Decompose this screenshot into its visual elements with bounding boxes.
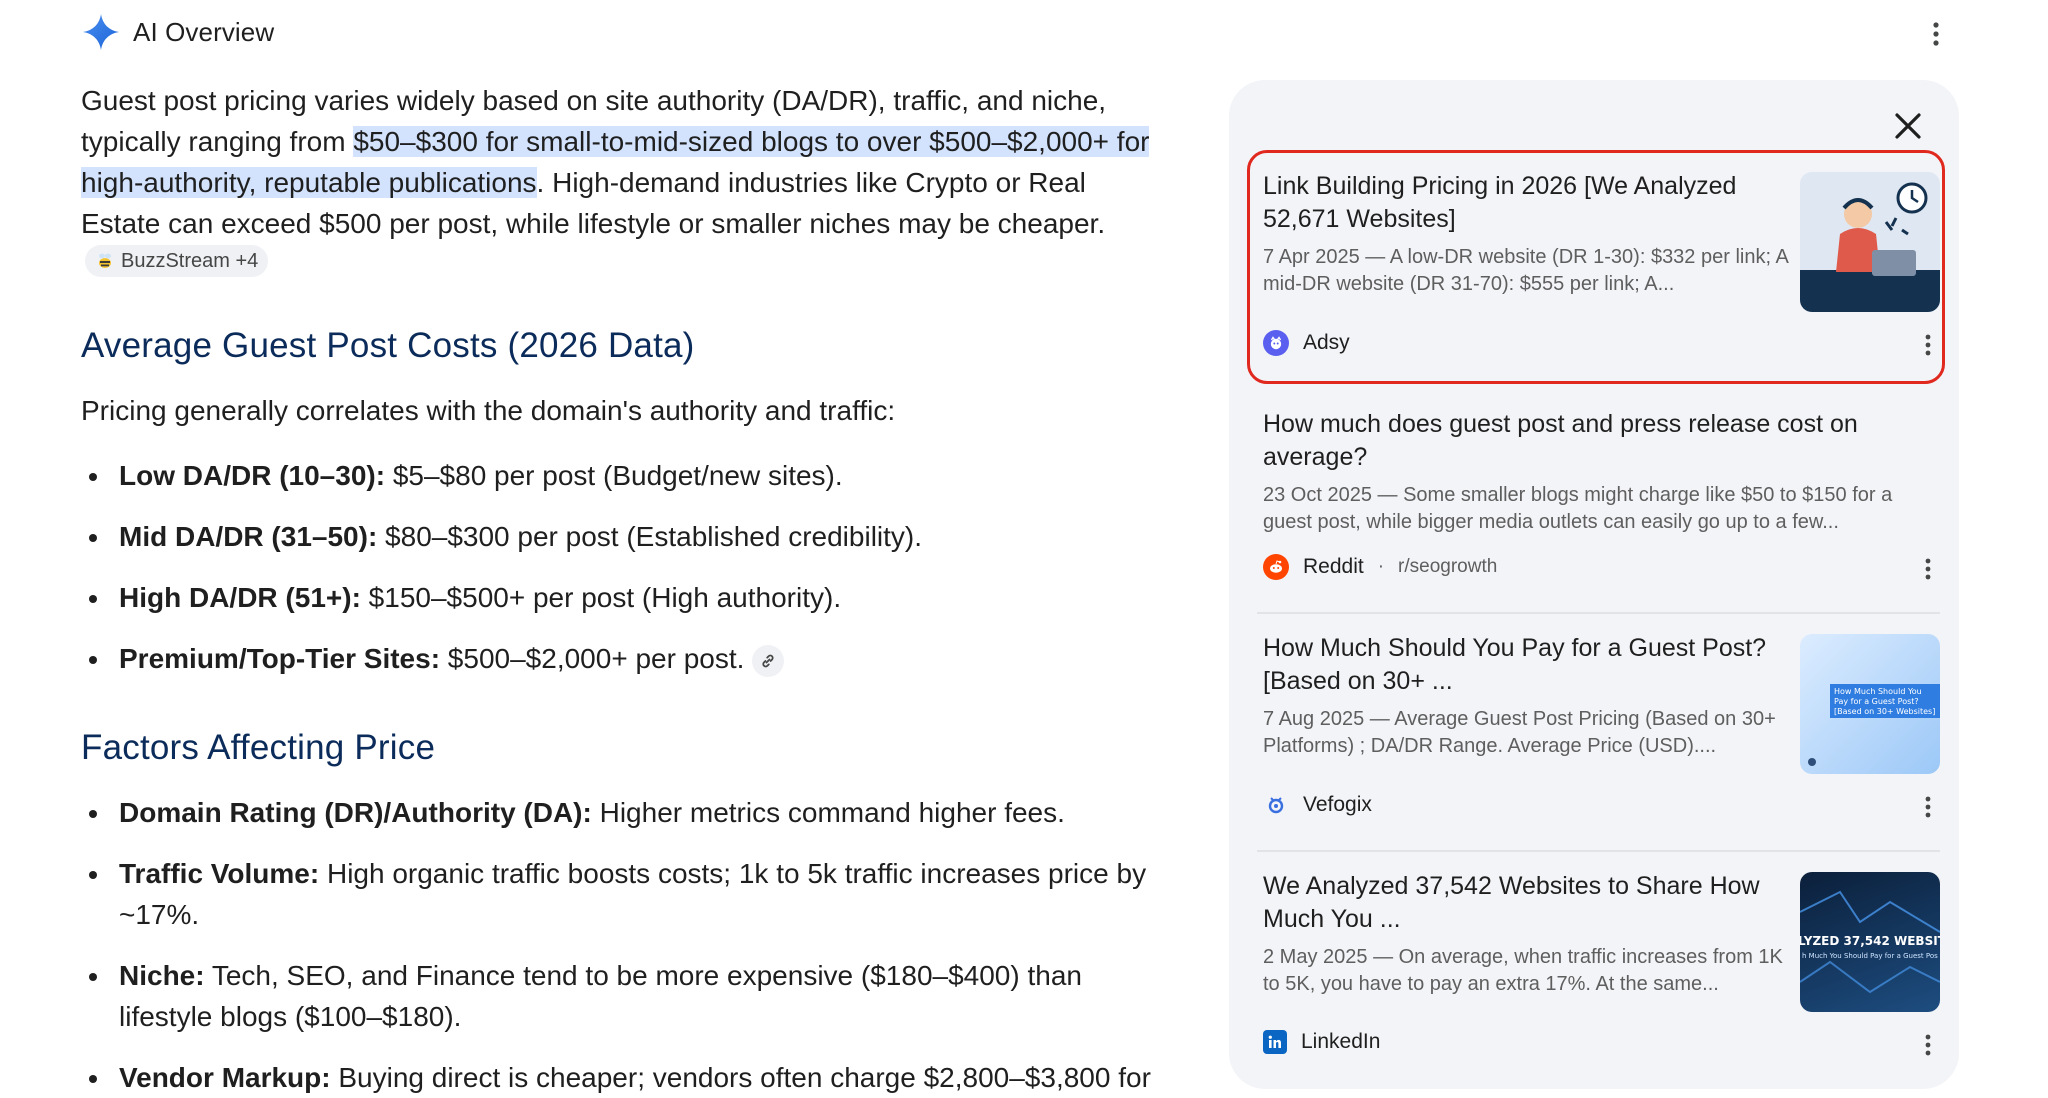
source-snippet: 2 May 2025 — On average, when traffic in… — [1263, 946, 1783, 995]
factor-list: Domain Rating (DR)/Authority (DA): Highe… — [81, 792, 1171, 1098]
gemini-spark-icon — [83, 14, 119, 50]
list-item-text: $150–$500+ per post (High authority). — [360, 582, 842, 613]
close-icon[interactable] — [1890, 108, 1926, 144]
source-card-adsy[interactable]: Link Building Pricing in 2026 [We Analyz… — [1263, 170, 1940, 366]
list-item-label: High DA/DR (51+): — [119, 582, 361, 613]
reddit-favicon-icon — [1263, 554, 1289, 580]
source-site-row: Vefogix — [1263, 792, 1372, 818]
source-snippet: 7 Aug 2025 — Average Guest Post Pricing … — [1263, 708, 1776, 757]
list-item: Domain Rating (DR)/Authority (DA): Highe… — [81, 792, 1171, 853]
source-title[interactable]: Link Building Pricing in 2026 [We Analyz… — [1263, 170, 1783, 236]
list-item-text: $5–$80 per post (Budget/new sites). — [385, 460, 843, 491]
source-chip[interactable]: BuzzStream +4 — [85, 245, 269, 277]
card-divider — [1257, 850, 1940, 852]
more-vert-icon[interactable] — [1916, 1030, 1940, 1060]
source-site-row: Reddit · r/seogrowth — [1263, 554, 1497, 580]
list-item-label: Vendor Markup: — [119, 1062, 331, 1093]
section-lead: Pricing generally correlates with the do… — [81, 395, 896, 426]
source-subreddit: r/seogrowth — [1398, 556, 1498, 577]
more-vert-icon[interactable] — [1920, 16, 1952, 52]
list-item-text: $500–$2,000+ per post. — [440, 643, 745, 674]
ai-overview-title: AI Overview — [133, 16, 275, 47]
list-item: Traffic Volume: High organic traffic boo… — [81, 853, 1171, 955]
list-item-label: Traffic Volume: — [119, 858, 320, 889]
source-card-linkedin[interactable]: We Analyzed 37,542 Websites to Share How… — [1263, 870, 1940, 1066]
vefogix-favicon-icon — [1263, 792, 1289, 818]
more-vert-icon[interactable] — [1916, 330, 1940, 360]
source-thumbnail: LYZED 37,542 WEBSITE h Much You Should P… — [1800, 872, 1940, 1012]
source-site-name: Reddit — [1303, 555, 1364, 578]
ai-overview-header: AI Overview — [81, 12, 274, 52]
source-snippet: 23 Oct 2025 — Some smaller blogs might c… — [1263, 484, 1893, 533]
list-item: Mid DA/DR (31–50): $80–$300 per post (Es… — [81, 516, 1171, 577]
source-card-reddit[interactable]: How much does guest post and press relea… — [1263, 408, 1940, 598]
source-thumbnail: How Much Should You Pay for a Guest Post… — [1800, 634, 1940, 774]
adsy-favicon-icon — [1263, 330, 1289, 356]
intro-paragraph: Guest post pricing varies widely based o… — [81, 80, 1161, 285]
list-item: Low DA/DR (10–30): $5–$80 per post (Budg… — [81, 455, 1171, 516]
source-title[interactable]: How much does guest post and press relea… — [1263, 408, 1903, 474]
thumbnail-subcaption: h Much You Should Pay for a Guest Pos — [1802, 952, 1938, 960]
source-snippet: 7 Apr 2025 — A low-DR website (DR 1-30):… — [1263, 246, 1788, 295]
thumbnail-caption: LYZED 37,542 WEBSITE — [1800, 934, 1940, 948]
source-site-name: Vefogix — [1303, 793, 1372, 816]
list-item-text: Tech, SEO, and Finance tend to be more e… — [119, 960, 1082, 1032]
source-thumbnail — [1800, 172, 1940, 312]
list-item-label: Niche: — [119, 960, 205, 991]
list-item: Niche: Tech, SEO, and Finance tend to be… — [81, 955, 1171, 1057]
list-item-text: $80–$300 per post (Established credibili… — [377, 521, 923, 552]
source-site-name: LinkedIn — [1301, 1030, 1381, 1053]
thumbnail-dot — [1808, 758, 1816, 766]
list-item-label: Mid DA/DR (31–50): — [119, 521, 378, 552]
source-site-row: Adsy — [1263, 330, 1350, 356]
list-item-label: Domain Rating (DR)/Authority (DA): — [119, 797, 592, 828]
list-item-label: Low DA/DR (10–30): — [119, 460, 386, 491]
link-icon[interactable] — [752, 644, 785, 677]
source-chip-label: BuzzStream +4 — [121, 249, 259, 272]
thumbnail-caption: How Much Should You Pay for a Guest Post… — [1830, 684, 1940, 718]
source-site-name: Adsy — [1303, 331, 1350, 354]
more-vert-icon[interactable] — [1916, 792, 1940, 822]
list-item-text: Higher metrics command higher fees. — [591, 797, 1065, 828]
source-site-row: LinkedIn — [1263, 1030, 1380, 1054]
list-item: High DA/DR (51+): $150–$500+ per post (H… — [81, 577, 1171, 638]
section-heading-average-costs: Average Guest Post Costs (2026 Data) — [81, 326, 695, 365]
source-card-vefogix[interactable]: How Much Should You Pay for a Guest Post… — [1263, 632, 1940, 828]
cost-list: Low DA/DR (10–30): $5–$80 per post (Budg… — [81, 455, 1171, 679]
list-item-text: Buying direct is cheaper; vendors often … — [330, 1062, 1151, 1093]
list-item: Vendor Markup: Buying direct is cheaper;… — [81, 1057, 1171, 1098]
source-title[interactable]: How Much Should You Pay for a Guest Post… — [1263, 632, 1783, 698]
buzzstream-icon — [99, 253, 111, 268]
list-item: Premium/Top-Tier Sites: $500–$2,000+ per… — [81, 638, 1171, 679]
section-heading-factors: Factors Affecting Price — [81, 728, 436, 767]
source-title[interactable]: We Analyzed 37,542 Websites to Share How… — [1263, 870, 1783, 936]
separator-dot: · — [1377, 556, 1385, 577]
linkedin-favicon-icon — [1263, 1030, 1287, 1054]
card-divider — [1257, 612, 1940, 614]
list-item-label: Premium/Top-Tier Sites: — [119, 643, 441, 674]
more-vert-icon[interactable] — [1916, 554, 1940, 584]
